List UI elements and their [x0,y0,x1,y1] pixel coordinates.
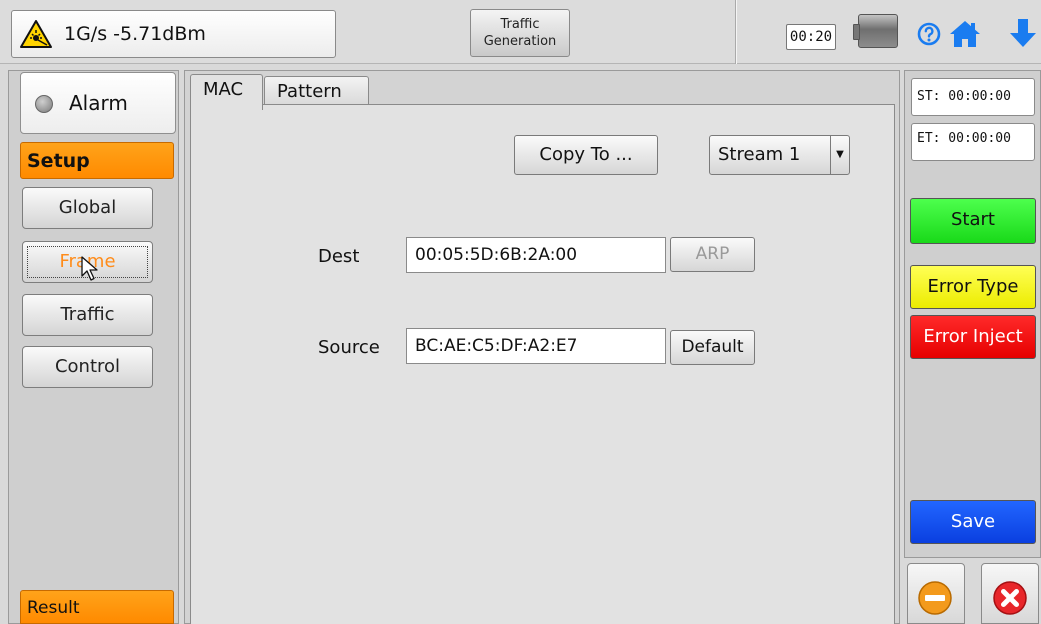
minus-icon [918,581,952,615]
arrow-down-icon[interactable] [1008,18,1038,48]
tab-mac[interactable]: MAC [190,74,263,110]
laser-warning-icon [20,20,52,48]
battery-icon [853,14,898,48]
screen-title-button[interactable]: Traffic Generation [470,9,570,57]
error-type-button[interactable]: Error Type [910,265,1036,309]
header-divider [735,0,737,64]
arp-button[interactable]: ARP [670,237,755,272]
error-inject-button[interactable]: Error Inject [910,315,1036,359]
chevron-down-icon[interactable]: ▼ [830,135,850,175]
signal-status[interactable]: 1G/s -5.71dBm [11,10,336,58]
sidebar-item-global[interactable]: Global [22,187,153,229]
start-button[interactable]: Start [910,198,1036,244]
mouse-cursor-icon [81,256,98,281]
source-label: Source [318,337,380,358]
dest-mac-input[interactable] [406,237,666,273]
end-time-display: ET: 00:00:00 [911,123,1035,161]
source-mac-input[interactable] [406,328,666,364]
title-line-1: Traffic [500,17,540,32]
mac-tab-content [190,104,895,624]
sidebar-item-traffic[interactable]: Traffic [22,294,153,336]
stream-select[interactable]: Stream 1 [709,135,835,175]
result-header[interactable]: Result [20,590,174,624]
dest-label: Dest [318,246,360,267]
copy-to-button[interactable]: Copy To ... [514,135,658,175]
alarm-indicator[interactable]: Alarm [20,72,176,134]
setup-header[interactable]: Setup [20,142,174,179]
alarm-led-icon [35,95,53,113]
save-button[interactable]: Save [910,500,1036,544]
signal-text: 1G/s -5.71dBm [64,23,206,45]
title-line-2: Generation [483,34,557,49]
alarm-label: Alarm [69,91,128,115]
close-icon [993,581,1027,615]
default-button[interactable]: Default [670,330,755,365]
timer-display: 00:20 [786,24,836,50]
start-time-display: ST: 00:00:00 [911,78,1035,116]
help-icon[interactable] [917,22,941,46]
home-icon[interactable] [949,20,981,48]
sidebar-item-control[interactable]: Control [22,346,153,388]
